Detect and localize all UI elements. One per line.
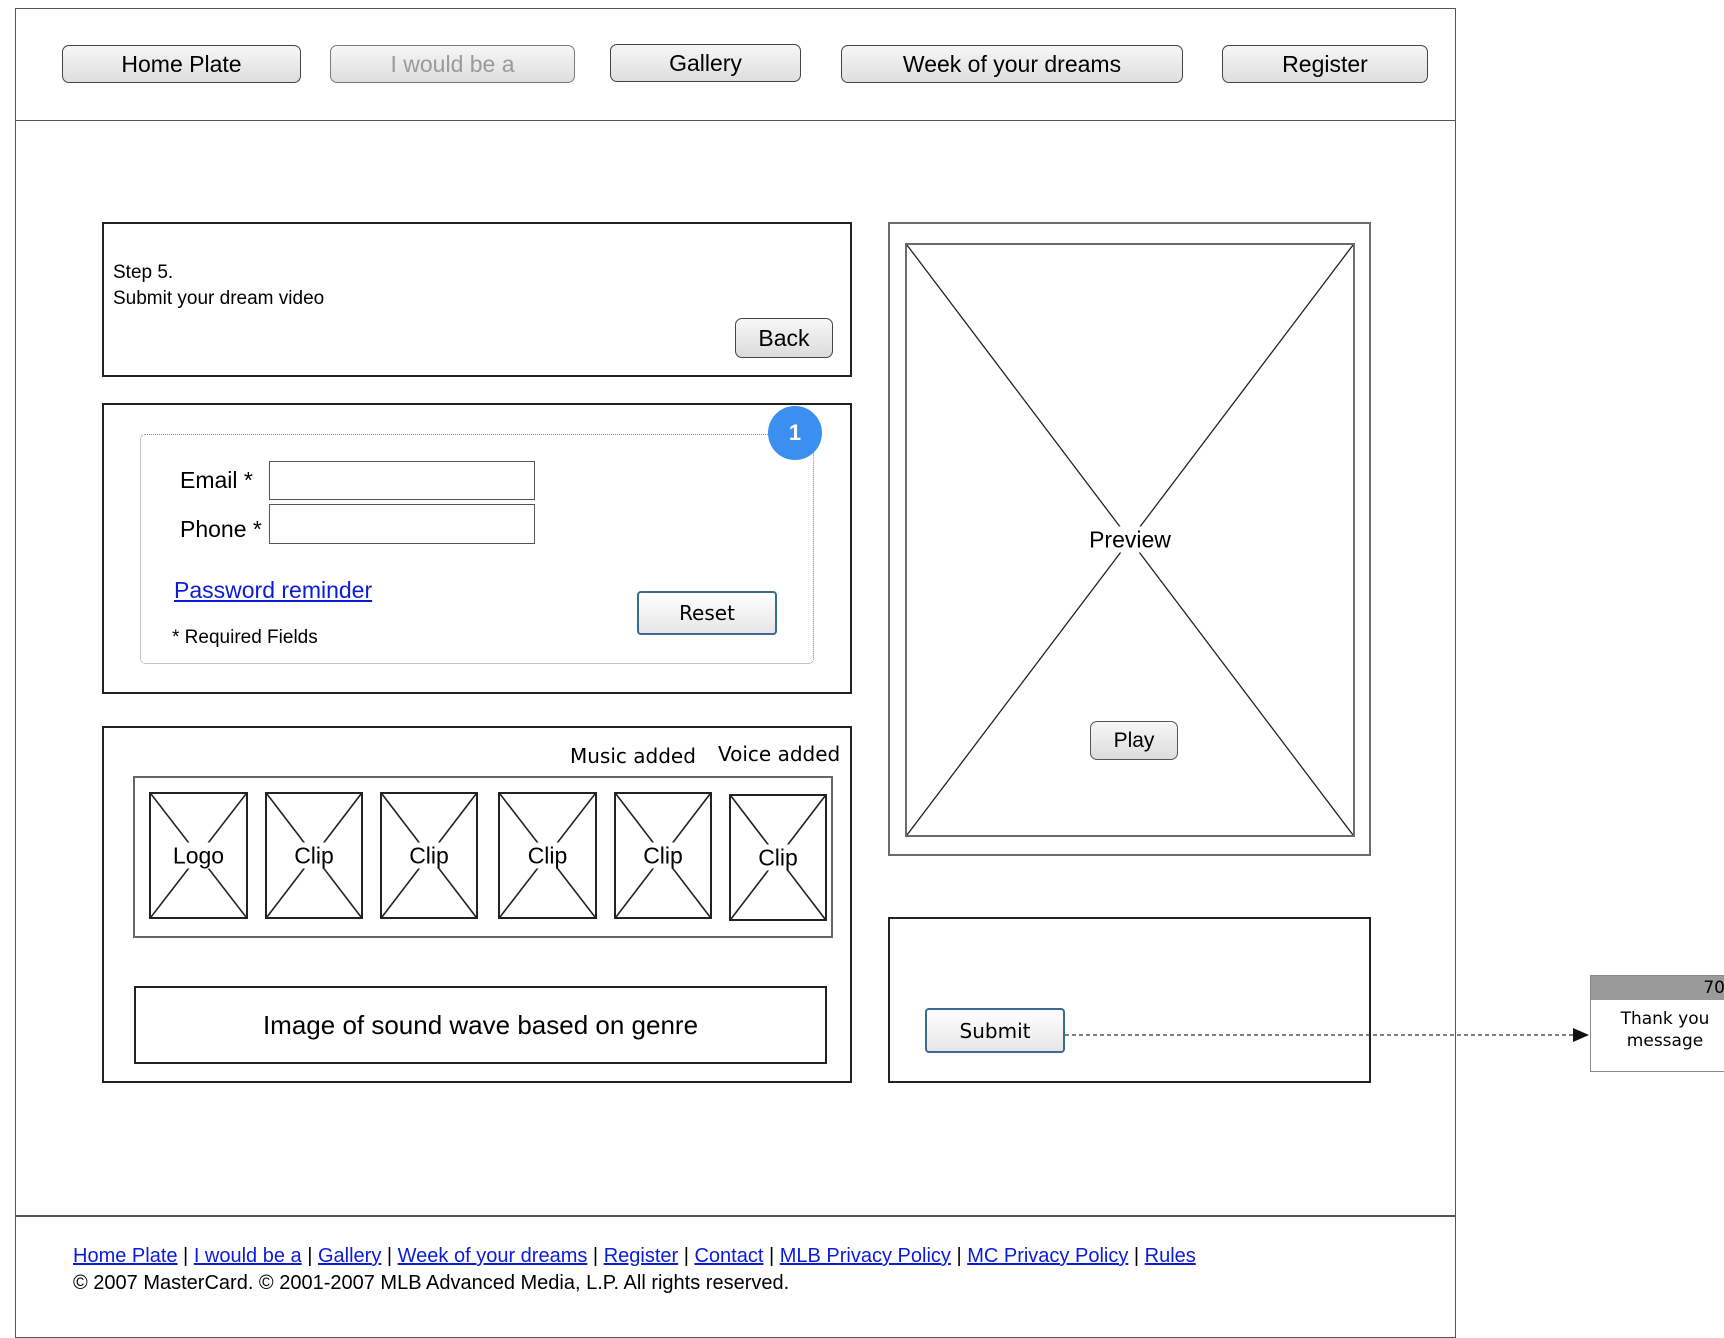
clip-label: Clip (756, 844, 800, 870)
clip-thumb[interactable]: Clip (729, 794, 827, 921)
step-number: Step 5. (113, 262, 174, 283)
submit-button[interactable]: Submit (925, 1008, 1065, 1053)
card-number: 70 (1703, 978, 1724, 998)
nav-gallery[interactable]: Gallery (610, 44, 801, 82)
submit-label: Submit (959, 1018, 1031, 1043)
footer-link-mlb-privacy[interactable]: MLB Privacy Policy (780, 1245, 951, 1267)
email-field[interactable] (269, 461, 535, 500)
footer-link-register[interactable]: Register (604, 1245, 678, 1267)
voice-added-label: Voice added (718, 742, 841, 766)
footer-links: Home Plate | I would be a | Gallery | We… (73, 1245, 1196, 1267)
nav-week-of-your-dreams[interactable]: Week of your dreams (841, 45, 1183, 83)
clip-thumb[interactable]: Clip (614, 792, 712, 919)
password-reminder-link[interactable]: Password reminder (174, 577, 372, 604)
phone-label: Phone * (180, 516, 262, 542)
clip-label: Clip (292, 842, 336, 868)
clip-thumb[interactable]: Clip (265, 792, 363, 919)
reset-button[interactable]: Reset (637, 591, 777, 635)
back-button[interactable]: Back (735, 318, 833, 358)
nav-label: Gallery (669, 49, 742, 76)
footer-copyright: © 2007 MasterCard. © 2001-2007 MLB Advan… (73, 1272, 790, 1294)
preview-label: Preview (1087, 526, 1173, 553)
play-button[interactable]: Play (1090, 721, 1178, 760)
footer-link-rules[interactable]: Rules (1145, 1245, 1196, 1267)
required-fields-note: * Required Fields (172, 627, 318, 648)
step-title: Submit your dream video (113, 288, 325, 309)
flow-connector (1065, 1028, 1589, 1042)
footer-link-home-plate[interactable]: Home Plate (73, 1245, 178, 1267)
annotation-marker: 1 (768, 406, 822, 460)
back-label: Back (758, 324, 810, 351)
music-added-label: Music added (570, 744, 696, 768)
footer-link-week-of-your-dreams[interactable]: Week of your dreams (398, 1245, 588, 1267)
nav-label: I would be a (390, 50, 515, 77)
nav-label: Week of your dreams (902, 50, 1122, 77)
clip-label: Logo (170, 842, 227, 868)
nav-register[interactable]: Register (1222, 45, 1428, 83)
annotation-number: 1 (788, 420, 802, 445)
card-text: Thank you message (1620, 1009, 1710, 1051)
soundwave-placeholder: Image of sound wave based on genre (134, 986, 827, 1064)
clip-label: Clip (525, 842, 570, 868)
clip-label: Clip (641, 842, 685, 868)
reset-label: Reset (679, 601, 735, 625)
email-label: Email * (180, 467, 253, 493)
nav-home-plate[interactable]: Home Plate (62, 45, 301, 83)
clip-thumb-logo[interactable]: Logo (149, 792, 248, 919)
nav-label: Home Plate (121, 50, 242, 77)
footer-link-i-would-be-a[interactable]: I would be a (194, 1245, 302, 1267)
card-header: 70 (1591, 976, 1724, 1000)
submit-panel (888, 917, 1371, 1083)
phone-field[interactable] (269, 504, 535, 544)
thank-you-card: 70 Thank you message (1590, 975, 1724, 1072)
footer-link-gallery[interactable]: Gallery (318, 1245, 381, 1267)
nav-label: Register (1282, 50, 1368, 77)
nav-i-would-be-a[interactable]: I would be a (330, 45, 575, 83)
soundwave-label: Image of sound wave based on genre (262, 1009, 699, 1040)
footer-link-mc-privacy[interactable]: MC Privacy Policy (967, 1245, 1128, 1267)
footer-link-contact[interactable]: Contact (694, 1245, 763, 1267)
clip-label: Clip (407, 842, 451, 868)
clip-thumb[interactable]: Clip (498, 792, 597, 919)
play-label: Play (1113, 728, 1155, 752)
clip-thumb[interactable]: Clip (380, 792, 478, 919)
